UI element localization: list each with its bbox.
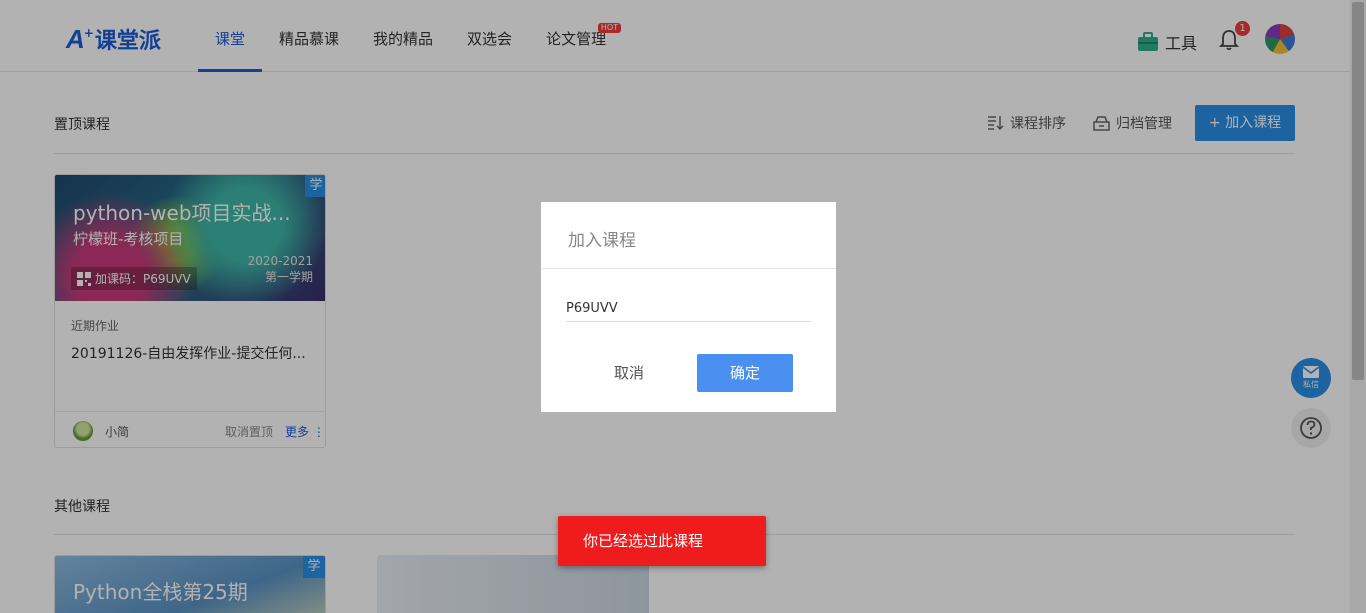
join-course-dialog: 加入课程 取消 确定 — [541, 202, 836, 412]
error-toast: 你已经选过此课程 — [558, 516, 766, 566]
course-code-input[interactable] — [566, 295, 811, 322]
confirm-button[interactable]: 确定 — [697, 354, 793, 392]
dialog-title: 加入课程 — [568, 231, 636, 251]
dialog-divider — [541, 268, 836, 269]
cancel-button[interactable]: 取消 — [597, 354, 661, 392]
